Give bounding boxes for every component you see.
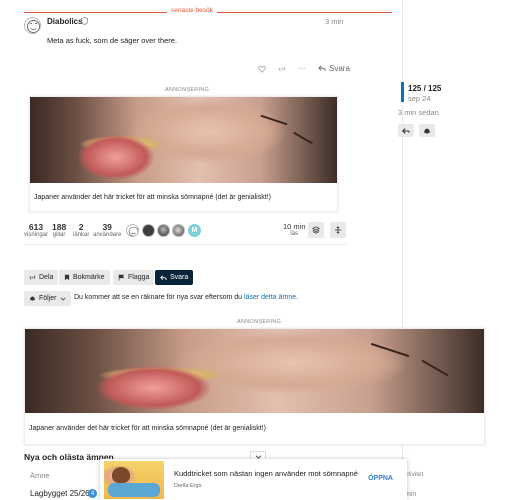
chevron-down-icon xyxy=(60,297,66,301)
topic-stat-links[interactable]: 2 länkar xyxy=(73,222,89,238)
flag-button[interactable]: Flagga xyxy=(113,270,155,285)
link-icon[interactable] xyxy=(278,65,286,73)
reply-label: Svara xyxy=(329,64,350,73)
reply-icon xyxy=(318,65,326,71)
reply-button[interactable]: Svara xyxy=(318,64,350,73)
chevron-down-icon xyxy=(255,455,261,459)
notification-reason-link[interactable]: läser detta ämne xyxy=(244,294,296,301)
participant-avatar[interactable]: M xyxy=(188,224,201,237)
layers-icon xyxy=(312,226,320,234)
last-visit-label: senaste besök xyxy=(167,7,217,14)
topic-stat-views: 613 visningar xyxy=(24,222,49,238)
notification-level-dropdown[interactable]: Följer xyxy=(24,291,71,306)
floating-ad-title[interactable]: Kuddtricket som nästan ingen använder mo… xyxy=(174,469,358,478)
share-button[interactable]: Dela xyxy=(24,270,59,285)
like-heart-icon[interactable] xyxy=(258,65,266,73)
timeline-last-activity[interactable]: 3 min sedan xyxy=(398,108,439,117)
bell-icon xyxy=(424,128,430,134)
participant-avatar[interactable] xyxy=(126,224,139,237)
expand-topic-map-button[interactable] xyxy=(330,222,346,238)
topic-link[interactable]: Lagbygget 25/26 xyxy=(30,489,90,498)
expand-icon xyxy=(334,226,342,234)
reply-topic-button[interactable]: Svara xyxy=(155,270,194,285)
floating-ad-sponsor: Derila Ergo xyxy=(174,483,202,489)
reply-icon xyxy=(160,274,167,280)
back-arrow-icon xyxy=(402,127,410,134)
notification-reason: Du kommer att se en räknare för nya svar… xyxy=(74,294,299,301)
shield-icon xyxy=(81,17,88,25)
timeline-notification-button[interactable] xyxy=(419,124,435,137)
post-actions: ··· Svara xyxy=(258,64,350,73)
topic-stat-users: 39 användare xyxy=(93,222,122,238)
post-body: Meta as fuck, som de säger over there. xyxy=(47,36,178,45)
ad-label: ANNONSERING xyxy=(237,319,282,325)
ad-image[interactable] xyxy=(25,329,484,413)
post-date[interactable]: 3 min xyxy=(325,17,343,26)
column-header-activity: ktivitet xyxy=(405,471,424,478)
timeline-date[interactable]: sep 24 xyxy=(408,94,431,103)
floating-ad-banner[interactable]: Kuddtricket som nästan ingen använder mo… xyxy=(100,459,407,500)
more-options-icon[interactable]: ··· xyxy=(298,64,306,73)
participant-avatar[interactable] xyxy=(172,224,185,237)
unread-count-badge[interactable]: 4 xyxy=(88,489,97,498)
timeline-back-button[interactable] xyxy=(398,124,414,137)
divider xyxy=(24,244,348,245)
column-header-topic: Ämne xyxy=(30,471,50,480)
avatar-face-icon xyxy=(27,20,40,33)
participant-avatar[interactable] xyxy=(142,224,155,237)
ad-card[interactable]: Japaner använder det här tricket för att… xyxy=(29,96,338,212)
topic-stat-likes: 188 gillar xyxy=(52,222,67,238)
link-icon xyxy=(29,275,36,280)
floating-ad-open-button[interactable]: ÖPPNA xyxy=(368,475,393,482)
bell-icon xyxy=(30,296,35,301)
timeline-scroller[interactable] xyxy=(401,82,404,102)
avatar[interactable] xyxy=(24,17,41,34)
participant-avatar[interactable] xyxy=(157,224,170,237)
bookmark-button[interactable]: Bokmärke xyxy=(59,270,110,285)
floating-ad-image[interactable] xyxy=(104,461,164,499)
ad-card[interactable]: Japaner använder det här tricket för att… xyxy=(24,328,485,445)
read-time: 10 min läs xyxy=(283,222,306,237)
timeline-post-count: 125 / 125 xyxy=(408,84,442,93)
ad-caption[interactable]: Japaner använder det här tricket för att… xyxy=(25,425,484,432)
ad-image[interactable] xyxy=(30,97,337,183)
ad-label: ANNONSERING xyxy=(165,87,210,93)
bookmark-icon xyxy=(64,274,70,281)
flag-icon xyxy=(118,274,125,281)
summarize-button[interactable] xyxy=(308,222,324,238)
post-username[interactable]: Diabolics xyxy=(47,17,83,26)
ad-caption[interactable]: Japaner använder det här tricket för att… xyxy=(30,194,337,201)
